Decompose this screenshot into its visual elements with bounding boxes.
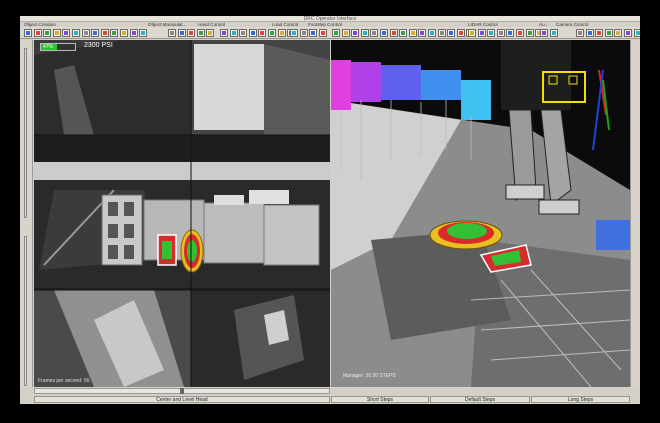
toolbar-tool-icon[interactable]	[614, 29, 623, 37]
toolbar-tool-icon[interactable]	[585, 29, 594, 37]
toolbar-tool-icon[interactable]	[277, 29, 286, 37]
toolbar-tool-icon[interactable]	[506, 29, 515, 37]
toolbar-tool-icon[interactable]	[428, 29, 436, 37]
pressure-psi-label: 2300 PSI	[84, 42, 113, 49]
short-steps-button[interactable]: Short Steps	[331, 396, 429, 403]
camera-view[interactable]: 47% 2300 PSI Frames per second: 56	[34, 40, 330, 387]
main-toolbar	[20, 27, 640, 39]
toolbar-tool-icon[interactable]	[177, 29, 186, 37]
toolbar-tool-icon[interactable]	[408, 29, 417, 37]
toolbar-tool-icon[interactable]	[268, 29, 276, 37]
toolbar-tool-icon[interactable]	[456, 29, 465, 37]
toolbar-tool-icon[interactable]	[496, 29, 505, 37]
bottom-controls: Center and Level Head Short Steps Defaul…	[20, 387, 640, 404]
operator-window: DRC Operator Interface Object Creation O…	[20, 16, 640, 404]
toolbar-tool-icon[interactable]	[516, 29, 524, 37]
toolbar-tool-icon[interactable]	[72, 29, 80, 37]
toolbar-tool-icon[interactable]	[139, 29, 148, 37]
toolbar-tool-icon[interactable]	[168, 29, 176, 37]
toolbar-tool-icon[interactable]	[120, 29, 128, 37]
toolbar-tool-icon[interactable]	[318, 29, 327, 37]
toolbar-tool-icon[interactable]	[43, 29, 52, 37]
toolbar-tool-icon[interactable]	[110, 29, 119, 37]
pressure-percent: 47%	[43, 44, 54, 50]
toolbar-tool-icon[interactable]	[24, 29, 32, 37]
toolbar-tool-icon[interactable]	[525, 29, 534, 37]
hydraulic-pressure-bar: 47%	[40, 43, 76, 51]
toolbar-tool-icon[interactable]	[129, 29, 138, 37]
toolbar-tool-icon[interactable]	[187, 29, 196, 37]
lidar-scene	[331, 40, 630, 387]
toolbar-tool-icon[interactable]	[576, 29, 584, 37]
toolbar-tool-icon[interactable]	[81, 29, 90, 37]
toolbar-tool-icon[interactable]	[229, 29, 238, 37]
toolbar-tool-icon[interactable]	[33, 29, 42, 37]
toolbar-tool-icon[interactable]	[418, 29, 427, 37]
fps-label: Frames per second: 56	[38, 378, 90, 384]
toolbar-tool-icon[interactable]	[595, 29, 604, 37]
toolbar-tool-icon[interactable]	[299, 29, 308, 37]
step-manager-overlay: Manager: 20 20 STEPS	[343, 373, 396, 379]
center-level-head-button[interactable]: Center and Level Head	[34, 396, 330, 403]
toolbar-tool-icon[interactable]	[447, 29, 456, 37]
toolbar-tool-icon[interactable]	[248, 29, 257, 37]
slider-knob[interactable]	[180, 388, 184, 394]
toolbar-tool-icon[interactable]	[100, 29, 109, 37]
toolbar-tool-icon[interactable]	[370, 29, 379, 37]
toolbar-tool-icon[interactable]	[389, 29, 398, 37]
toolbar-tool-icon[interactable]	[91, 29, 100, 37]
camera-image	[34, 40, 330, 387]
pressure-gauge	[24, 48, 27, 218]
toolbar-tool-icon[interactable]	[477, 29, 486, 37]
toolbar-tool-icon[interactable]	[309, 29, 318, 37]
toolbar-tool-icon[interactable]	[624, 29, 632, 37]
toolbar-tool-icon[interactable]	[196, 29, 205, 37]
toolbar-tool-icon[interactable]	[633, 29, 640, 37]
effort-gauge	[24, 236, 27, 386]
toolbar-tool-icon[interactable]	[549, 29, 558, 37]
long-steps-button[interactable]: Long Steps	[531, 396, 630, 403]
toolbar-tool-icon[interactable]	[468, 29, 476, 37]
toolbar-tool-icon[interactable]	[360, 29, 369, 37]
default-steps-button[interactable]: Default Steps	[430, 396, 530, 403]
toolbar-tool-icon[interactable]	[332, 29, 340, 37]
toolbar-tool-icon[interactable]	[380, 29, 388, 37]
left-status-bar	[20, 40, 33, 394]
3d-lidar-view[interactable]: Manager: 20 20 STEPS	[331, 40, 630, 387]
toolbar-tool-icon[interactable]	[258, 29, 267, 37]
toolbar-tool-icon[interactable]	[239, 29, 248, 37]
toolbar-tool-icon[interactable]	[206, 29, 215, 37]
toolbar-tool-icon[interactable]	[62, 29, 71, 37]
toolbar-tool-icon[interactable]	[52, 29, 61, 37]
toolbar-tool-icon[interactable]	[540, 29, 548, 37]
toolbar-tool-icon[interactable]	[351, 29, 360, 37]
toolbar-tool-icon[interactable]	[437, 29, 446, 37]
toolbar-tool-icon[interactable]	[487, 29, 496, 37]
right-scroll-bar[interactable]	[630, 40, 640, 394]
toolbar-tool-icon[interactable]	[399, 29, 408, 37]
toolbar-tool-icon[interactable]	[341, 29, 350, 37]
toolbar-tool-icon[interactable]	[220, 29, 228, 37]
toolbar-tool-icon[interactable]	[290, 29, 298, 37]
head-pitch-slider[interactable]	[34, 388, 330, 394]
toolbar-tool-icon[interactable]	[604, 29, 613, 37]
